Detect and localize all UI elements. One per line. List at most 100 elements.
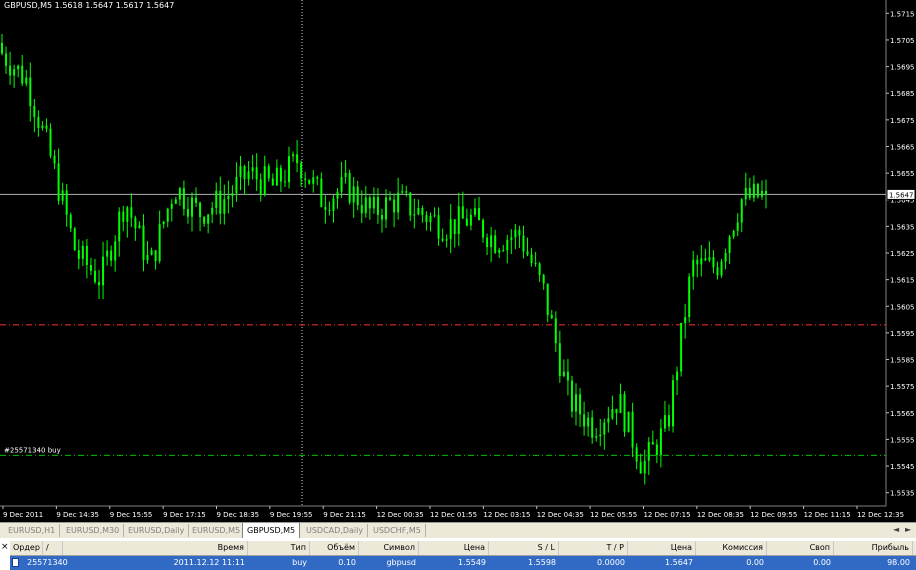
price-bar — [469, 214, 472, 226]
tab-usdcad-daily[interactable]: USDCAD,Daily — [302, 524, 369, 537]
price-bar — [518, 229, 521, 236]
price-bar — [85, 245, 88, 265]
tab-eurusd-m30[interactable]: EURUSD,M30 — [62, 524, 125, 537]
x-tick-label: 12 Dec 04:35 — [537, 511, 584, 519]
price-bar — [724, 252, 727, 262]
tabs-scroll-left-icon[interactable]: ◄ — [893, 525, 899, 534]
y-tick-label: 1.5615 — [890, 277, 915, 285]
header-tp[interactable]: T / P — [559, 541, 628, 555]
y-tick-label: 1.5675 — [890, 117, 915, 125]
price-bar — [473, 208, 476, 215]
x-tick-label: 9 Dec 14:35 — [56, 511, 99, 519]
price-bar — [736, 222, 739, 231]
price-bar — [219, 190, 222, 214]
price-bar — [223, 199, 226, 214]
price-bar — [356, 186, 359, 206]
price-bar — [283, 181, 286, 183]
price-bar — [243, 166, 246, 180]
price-bar — [663, 415, 666, 429]
price-bar — [215, 190, 218, 208]
price-bar — [603, 422, 606, 435]
x-tick-label: 12 Dec 03:15 — [483, 511, 530, 519]
header-sort-icon[interactable]: / — [43, 541, 63, 555]
price-bar — [190, 197, 193, 217]
price-bar — [542, 274, 545, 284]
price-bar — [449, 219, 452, 240]
y-tick-label: 1.5575 — [890, 383, 915, 391]
header-type[interactable]: Тип — [248, 541, 310, 555]
x-tick-label: 12 Dec 12:35 — [857, 511, 904, 519]
chart-canvas[interactable]: 1.5715 1.5705 1.5695 1.5685 1.5675 1.5665 1.56… — [0, 0, 916, 522]
price-bar — [324, 206, 327, 211]
price-bar — [756, 183, 759, 197]
price-bar — [659, 428, 662, 456]
header-profit[interactable]: Прибыль — [834, 541, 913, 555]
price-bar — [49, 128, 52, 156]
price-bar — [89, 264, 92, 271]
y-tick-label: 1.5585 — [890, 357, 915, 365]
price-bar — [720, 261, 723, 276]
price-bar — [308, 179, 311, 184]
header-sl[interactable]: S / L — [489, 541, 559, 555]
price-bar — [744, 187, 747, 200]
price-bar — [680, 322, 683, 372]
price-bar — [336, 191, 339, 199]
tab-eurusd-daily[interactable]: EURUSD,Daily — [124, 524, 190, 537]
tab-gbpusd-m5[interactable]: GBPUSD,M5 — [242, 523, 301, 539]
price-bar — [684, 317, 687, 323]
x-tick-label: 9 Dec 21:15 — [323, 511, 366, 519]
x-tick-label: 9 Dec 19:55 — [270, 511, 313, 519]
tab-eurusd-m5[interactable]: EURUSD,M5 — [188, 524, 246, 537]
header-commission[interactable]: Комиссия — [696, 541, 767, 555]
header-order[interactable]: Ордер — [10, 541, 43, 555]
price-bar — [393, 199, 396, 213]
header-price[interactable]: Цена — [419, 541, 489, 555]
tabs-scroll-right-icon[interactable]: ► — [905, 525, 911, 534]
price-bar — [263, 166, 266, 195]
price-bar — [170, 203, 173, 209]
price-bar — [486, 237, 489, 248]
price-bar — [29, 77, 32, 107]
header-swap[interactable]: Своп — [767, 541, 834, 555]
price-bar — [304, 178, 307, 180]
price-bar — [33, 106, 36, 117]
header-current-price[interactable]: Цена — [628, 541, 696, 555]
price-bar — [251, 167, 254, 172]
price-bar — [182, 188, 185, 210]
header-symbol[interactable]: Символ — [359, 541, 419, 555]
price-bar — [704, 258, 707, 261]
price-bar — [651, 441, 654, 445]
price-bar — [558, 343, 561, 377]
header-volume[interactable]: Объём — [310, 541, 359, 555]
terminal-close-icon[interactable]: × — [1, 542, 9, 552]
header-time[interactable]: Время — [63, 541, 248, 555]
price-bar — [425, 215, 428, 223]
tab-eurusd-h1[interactable]: EURUSD,H1 — [4, 524, 61, 537]
price-chart[interactable]: 1.5715 1.5705 1.5695 1.5685 1.5675 1.5665 1.56… — [0, 0, 916, 522]
price-bar — [405, 191, 408, 193]
cell-swap: 0.00 — [813, 558, 831, 567]
price-bar — [320, 178, 323, 207]
price-bar — [368, 197, 371, 209]
price-bar — [445, 239, 448, 241]
price-bar — [162, 221, 165, 225]
price-bar — [389, 197, 392, 200]
price-bar — [146, 254, 149, 261]
terminal-header: Ордер / Время Тип Объём Символ Цена S / … — [10, 541, 916, 556]
price-bar — [635, 447, 638, 462]
price-bar — [631, 411, 634, 448]
price-bar — [627, 411, 630, 433]
price-bar — [344, 172, 347, 178]
price-bar — [77, 250, 80, 259]
price-bar — [275, 167, 278, 186]
price-bar — [231, 193, 234, 197]
tab-usdchf-m5[interactable]: USDCHF,M5 — [369, 524, 426, 537]
price-bar — [550, 315, 553, 319]
price-bar — [73, 228, 76, 251]
price-bar — [328, 210, 331, 212]
price-bar — [494, 235, 497, 253]
table-row[interactable]: 25571340 2011.12.12 11:11 buy 0.10 gbpus… — [10, 556, 916, 570]
price-bar — [81, 245, 84, 259]
price-bar — [599, 434, 602, 437]
price-bar — [372, 197, 375, 209]
